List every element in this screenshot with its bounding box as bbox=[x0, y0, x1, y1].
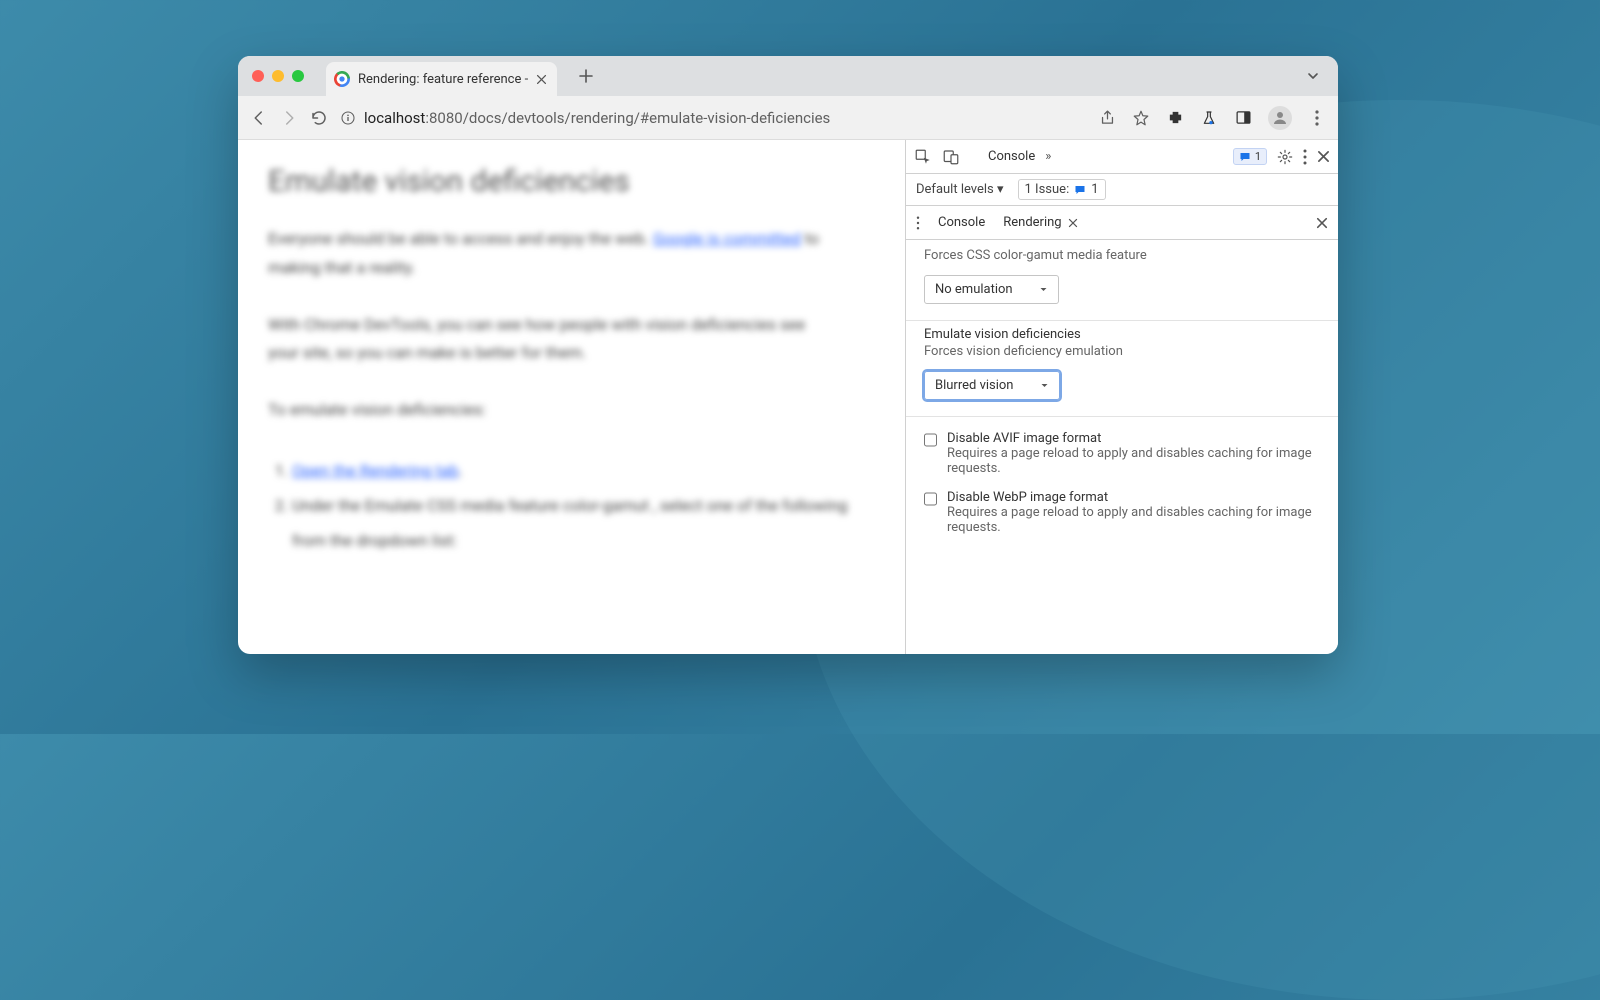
checkbox-description: Requires a page reload to apply and disa… bbox=[947, 446, 1320, 476]
url-text: localhost:8080/docs/devtools/rendering/#… bbox=[364, 109, 830, 127]
inspect-element-icon[interactable] bbox=[914, 148, 932, 166]
disable-webp-checkbox[interactable] bbox=[924, 492, 937, 506]
checkbox-title: Disable AVIF image format bbox=[947, 431, 1320, 446]
reload-button[interactable] bbox=[310, 109, 328, 127]
disable-avif-row: Disable AVIF image format Requires a pag… bbox=[906, 417, 1338, 480]
drawer-close-icon[interactable] bbox=[1316, 217, 1328, 229]
devtools-toolbar: Console » 1 bbox=[906, 140, 1338, 174]
bookmark-star-icon[interactable] bbox=[1132, 109, 1150, 127]
list-item: Under the Emulate CSS media feature colo… bbox=[292, 488, 875, 558]
drawer-tab-rendering[interactable]: Rendering bbox=[1003, 215, 1077, 230]
close-icon[interactable] bbox=[1068, 218, 1078, 228]
checkbox-title: Disable WebP image format bbox=[947, 490, 1320, 505]
section-description: Forces CSS color-gamut media feature bbox=[924, 248, 1320, 263]
devtools-tab-console[interactable]: Console bbox=[988, 149, 1035, 164]
labs-icon[interactable] bbox=[1200, 109, 1218, 127]
message-icon bbox=[1239, 151, 1251, 163]
drawer-menu-icon[interactable] bbox=[916, 216, 920, 230]
extensions-icon[interactable] bbox=[1166, 109, 1184, 127]
color-gamut-section: Forces CSS color-gamut media feature No … bbox=[906, 240, 1338, 321]
content-area: Emulate vision deficiencies Everyone sho… bbox=[238, 140, 1338, 654]
vision-deficiency-section: Emulate vision deficiencies Forces visio… bbox=[906, 321, 1338, 417]
color-gamut-select[interactable]: No emulation bbox=[924, 275, 1059, 304]
devtools-panel: Console » 1 Default levels ▾ 1 Issue: 1 bbox=[905, 140, 1338, 654]
site-info-icon[interactable] bbox=[340, 110, 356, 126]
chrome-menu-icon[interactable] bbox=[1308, 109, 1326, 127]
chevron-down-icon bbox=[1039, 285, 1048, 294]
browser-window: Rendering: feature reference - localhost… bbox=[238, 56, 1338, 654]
disable-webp-row: Disable WebP image format Requires a pag… bbox=[906, 480, 1338, 539]
back-button[interactable] bbox=[250, 109, 268, 127]
devtools-more-tabs[interactable]: » bbox=[1045, 149, 1051, 164]
tab-close-icon[interactable] bbox=[536, 74, 547, 85]
list-item: Open the Rendering tab. bbox=[292, 453, 875, 488]
disable-avif-checkbox[interactable] bbox=[924, 433, 937, 447]
share-icon[interactable] bbox=[1098, 109, 1116, 127]
log-levels-dropdown[interactable]: Default levels ▾ bbox=[916, 182, 1004, 197]
chrome-icon bbox=[334, 71, 350, 87]
window-close-dot[interactable] bbox=[252, 70, 264, 82]
profile-avatar[interactable] bbox=[1268, 106, 1292, 130]
page-link[interactable]: Open the Rendering tab bbox=[292, 461, 459, 480]
section-title: Emulate vision deficiencies bbox=[924, 327, 1320, 342]
console-filter-bar: Default levels ▾ 1 Issue: 1 bbox=[906, 174, 1338, 206]
browser-tab[interactable]: Rendering: feature reference - bbox=[326, 62, 557, 96]
checkbox-description: Requires a page reload to apply and disa… bbox=[947, 505, 1320, 535]
url-bar: localhost:8080/docs/devtools/rendering/#… bbox=[238, 96, 1338, 140]
device-toggle-icon[interactable] bbox=[942, 148, 960, 166]
settings-gear-icon[interactable] bbox=[1277, 149, 1293, 165]
page-content: Emulate vision deficiencies Everyone sho… bbox=[238, 140, 905, 654]
devtools-close-icon[interactable] bbox=[1317, 150, 1330, 163]
message-icon bbox=[1074, 184, 1086, 196]
page-paragraph: With Chrome DevTools, you can see how pe… bbox=[268, 311, 828, 369]
devtools-menu-icon[interactable] bbox=[1303, 149, 1307, 165]
new-tab-button[interactable] bbox=[579, 69, 593, 83]
drawer-tabs: Console Rendering bbox=[906, 206, 1338, 240]
rendering-panel[interactable]: Forces CSS color-gamut media feature No … bbox=[906, 240, 1338, 654]
address-bar[interactable]: localhost:8080/docs/devtools/rendering/#… bbox=[340, 109, 1086, 127]
drawer-tab-console[interactable]: Console bbox=[938, 215, 985, 230]
vision-deficiency-select[interactable]: Blurred vision bbox=[924, 371, 1060, 400]
forward-button[interactable] bbox=[280, 109, 298, 127]
issues-badge[interactable]: 1 bbox=[1233, 148, 1267, 165]
page-link[interactable]: Google is committed bbox=[653, 229, 801, 248]
section-description: Forces vision deficiency emulation bbox=[924, 344, 1320, 359]
page-paragraph: Everyone should be able to access and en… bbox=[268, 225, 828, 283]
tabs-dropdown-icon[interactable] bbox=[1302, 65, 1324, 87]
tab-title: Rendering: feature reference - bbox=[358, 72, 528, 87]
chevron-down-icon bbox=[1040, 381, 1049, 390]
page-title: Emulate vision deficiencies bbox=[268, 164, 875, 199]
window-minimize-dot[interactable] bbox=[272, 70, 284, 82]
titlebar: Rendering: feature reference - bbox=[238, 56, 1338, 96]
issues-link[interactable]: 1 Issue: 1 bbox=[1018, 179, 1106, 200]
page-paragraph: To emulate vision deficiencies: bbox=[268, 396, 828, 425]
side-panel-icon[interactable] bbox=[1234, 109, 1252, 127]
window-maximize-dot[interactable] bbox=[292, 70, 304, 82]
